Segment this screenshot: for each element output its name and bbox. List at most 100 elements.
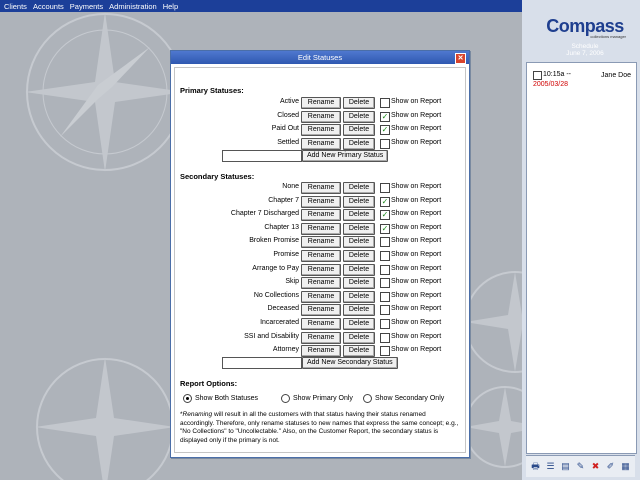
show-on-report-checkbox[interactable]	[380, 183, 390, 193]
delete-button[interactable]: Delete	[343, 236, 375, 249]
printer-icon[interactable]: 🖶	[530, 461, 542, 473]
add-primary-button[interactable]: Add New Primary Status	[302, 150, 389, 162]
rename-button[interactable]: Rename	[301, 110, 341, 123]
status-row: Chapter 7 Rename Delete ✓ Show on Report	[175, 195, 465, 208]
show-on-report-checkbox[interactable]: ✓	[380, 125, 390, 136]
delete-button[interactable]: Delete	[343, 318, 375, 330]
rename-button[interactable]: Rename	[301, 263, 341, 276]
show-on-report-checkbox[interactable]	[380, 251, 390, 261]
delete-button[interactable]: Delete	[343, 124, 375, 137]
show-on-report-label: Show on Report	[391, 111, 442, 119]
report-option[interactable]: Show Primary Only	[281, 394, 353, 403]
status-row: SSI and Disability Rename Delete Show on Re…	[175, 331, 465, 344]
status-row: Settled Rename Delete Show on Report	[175, 137, 465, 150]
delete-button[interactable]: Delete	[343, 277, 375, 290]
delete-button[interactable]: Delete	[343, 304, 375, 317]
rename-button[interactable]: Rename	[301, 137, 341, 150]
menu-payments[interactable]: Payments	[67, 2, 106, 11]
show-on-report-checkbox[interactable]	[380, 291, 390, 302]
delete-button[interactable]: Delete	[343, 250, 375, 262]
status-label-active: Active	[279, 98, 299, 105]
dialog-body: Primary Statuses: Active Rename Delete Show…	[174, 67, 466, 453]
delete-button[interactable]: Delete	[343, 110, 375, 123]
rename-button[interactable]: Rename	[301, 345, 341, 358]
delete-button[interactable]: Delete	[343, 97, 375, 109]
rename-button[interactable]: Rename	[301, 290, 341, 303]
close-icon[interactable]: ✕	[455, 53, 466, 64]
radio-icon[interactable]	[363, 394, 372, 403]
status-label-chapter-7-discharged: Chapter 7 Discharged	[230, 210, 299, 218]
status-label-ssi-and-disability: SSI and Disability	[244, 332, 299, 340]
show-on-report-checkbox[interactable]	[380, 319, 390, 329]
delete-button[interactable]: Delete	[343, 345, 375, 358]
list-icon[interactable]: ☰	[545, 461, 557, 473]
rename-button[interactable]: Rename	[301, 97, 341, 109]
radio-icon[interactable]	[281, 394, 290, 403]
add-secondary-button[interactable]: Add New Secondary Status	[302, 357, 398, 369]
notes-icon[interactable]: ✎	[575, 461, 587, 473]
report-option[interactable]: Show Both Statuses	[183, 394, 258, 403]
delete-button[interactable]: Delete	[343, 263, 375, 276]
show-on-report-checkbox[interactable]	[380, 138, 390, 149]
rename-button[interactable]: Rename	[301, 331, 341, 344]
rename-button[interactable]: Rename	[301, 195, 341, 208]
rename-button[interactable]: Rename	[301, 182, 341, 194]
delete-button[interactable]: Delete	[343, 222, 375, 235]
menu-clients[interactable]: Clients	[0, 2, 30, 11]
show-on-report-checkbox[interactable]	[380, 237, 390, 248]
rename-button[interactable]: Rename	[301, 124, 341, 137]
appointment-name: Jane Doe	[601, 72, 631, 79]
show-on-report-checkbox[interactable]	[380, 332, 390, 343]
report-option-label: Show Secondary Only	[375, 395, 445, 402]
menu-administration[interactable]: Administration	[106, 2, 160, 11]
report-option[interactable]: Show Secondary Only	[363, 394, 444, 403]
delete-button[interactable]: Delete	[343, 290, 375, 303]
add-primary-row: Add New Primary Status	[222, 150, 462, 162]
radio-icon[interactable]	[183, 394, 192, 403]
rename-button[interactable]: Rename	[301, 304, 341, 317]
new-secondary-input[interactable]	[222, 357, 302, 369]
rename-button[interactable]: Rename	[301, 222, 341, 235]
delete-button[interactable]: Delete	[343, 182, 375, 194]
rename-button[interactable]: Rename	[301, 209, 341, 222]
show-on-report-checkbox[interactable]: ✓	[380, 210, 390, 221]
appointment-checkbox[interactable]	[533, 71, 542, 80]
show-on-report-label: Show on Report	[391, 223, 442, 231]
delete-button[interactable]: Delete	[343, 331, 375, 344]
show-on-report-checkbox[interactable]	[380, 305, 390, 316]
delete-button[interactable]: Delete	[343, 209, 375, 222]
renaming-note: *Renaming will result in all the custome…	[180, 411, 460, 445]
show-on-report-label: Show on Report	[391, 196, 442, 204]
rename-button[interactable]: Rename	[301, 277, 341, 290]
status-row: Skip Rename Delete Show on Report	[175, 277, 465, 290]
status-label-attorney: Attorney	[272, 346, 299, 354]
delete-button[interactable]: Delete	[343, 137, 375, 150]
status-label-none: None	[282, 183, 299, 190]
show-on-report-checkbox[interactable]	[380, 98, 390, 108]
show-on-report-label: Show on Report	[391, 138, 442, 146]
report-options: Show Both Statuses Show Primary Only Show …	[183, 394, 463, 406]
card-icon[interactable]: ▤	[560, 461, 572, 473]
show-on-report-checkbox[interactable]	[380, 278, 390, 289]
menu-accounts[interactable]: Accounts	[30, 2, 67, 11]
status-row: Chapter 13 Rename Delete ✓ Show on Report	[175, 222, 465, 235]
rename-button[interactable]: Rename	[301, 250, 341, 262]
menu-help[interactable]: Help	[160, 2, 181, 11]
show-on-report-checkbox[interactable]: ✓	[380, 223, 390, 234]
grid-icon[interactable]: ▦	[620, 461, 632, 473]
show-on-report-checkbox[interactable]: ✓	[380, 196, 390, 207]
show-on-report-checkbox[interactable]	[380, 264, 390, 275]
schedule-date: June 7, 2006	[566, 50, 604, 57]
show-on-report-checkbox[interactable]	[380, 346, 390, 357]
rename-button[interactable]: Rename	[301, 236, 341, 249]
report-option-label: Show Both Statuses	[195, 395, 259, 402]
new-primary-input[interactable]	[222, 150, 302, 162]
show-on-report-label: Show on Report	[391, 183, 442, 190]
edit-icon[interactable]: ✐	[605, 461, 617, 473]
delete-icon[interactable]: ✖	[590, 461, 602, 473]
delete-button[interactable]: Delete	[343, 195, 375, 208]
rename-button[interactable]: Rename	[301, 318, 341, 330]
show-on-report-checkbox[interactable]: ✓	[380, 111, 390, 122]
show-on-report-label: Show on Report	[391, 278, 442, 286]
status-row: Promise Rename Delete Show on Report	[175, 250, 465, 262]
